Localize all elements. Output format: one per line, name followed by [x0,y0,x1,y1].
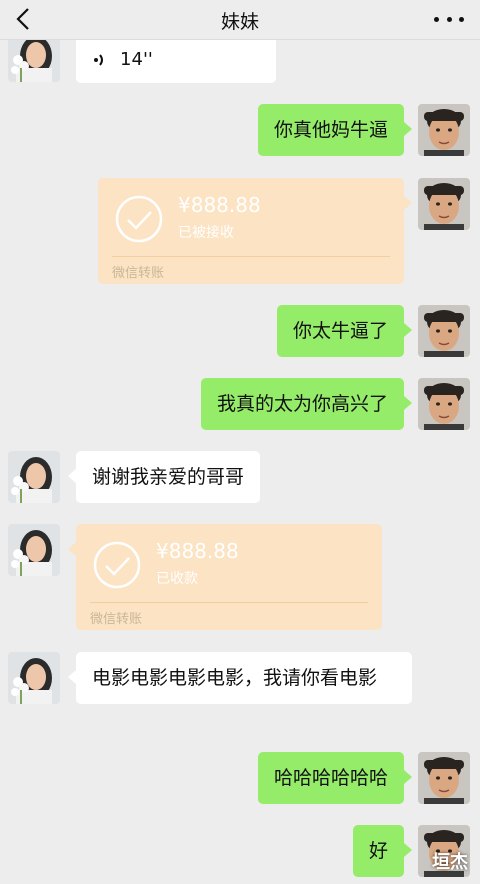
check-circle-icon [115,195,163,243]
transfer-card-sent[interactable]: ¥888.88 已被接收 微信转账 [98,178,404,284]
transfer-amount: ¥888.88 [178,193,261,217]
check-circle-icon [93,541,141,589]
avatar-sister[interactable] [8,524,60,576]
voice-duration: 14'' [120,49,153,70]
message-bubble[interactable]: 哈哈哈哈哈哈 [257,752,404,804]
message-bubble[interactable]: 好 [352,825,404,877]
transfer-label: 微信转账 [90,612,143,627]
message-bubble[interactable]: 电影电影电影电影，我请你看电影 [76,652,412,704]
message-bubble[interactable]: 你太牛逼了 [276,305,404,357]
avatar-me[interactable] [418,178,470,230]
avatar-me[interactable] [418,752,470,804]
more-options-icon[interactable] [434,6,464,32]
transfer-status: 已被接收 [178,225,234,241]
message-bubble[interactable]: 谢谢我亲爱的哥哥 [76,451,261,503]
message-bubble[interactable]: 我真的太为你高兴了 [200,378,404,430]
avatar-me[interactable] [418,305,470,357]
chat-title: 妹妹 [220,11,259,33]
transfer-label: 微信转账 [112,266,165,281]
transfer-card-received[interactable]: ¥888.88 已收款 微信转账 [76,524,382,630]
voice-wave-icon [94,53,103,66]
watermark: 垣杰 [432,852,468,873]
avatar-sister[interactable] [8,652,60,704]
avatar-me[interactable] [418,378,470,430]
message-bubble[interactable]: 你真他妈牛逼 [257,104,404,156]
transfer-status: 已收款 [156,571,198,587]
avatar-sister[interactable] [8,451,60,503]
transfer-amount: ¥888.88 [156,539,239,563]
avatar-me[interactable] [418,104,470,156]
chat-header: 妹妹 [0,0,480,40]
